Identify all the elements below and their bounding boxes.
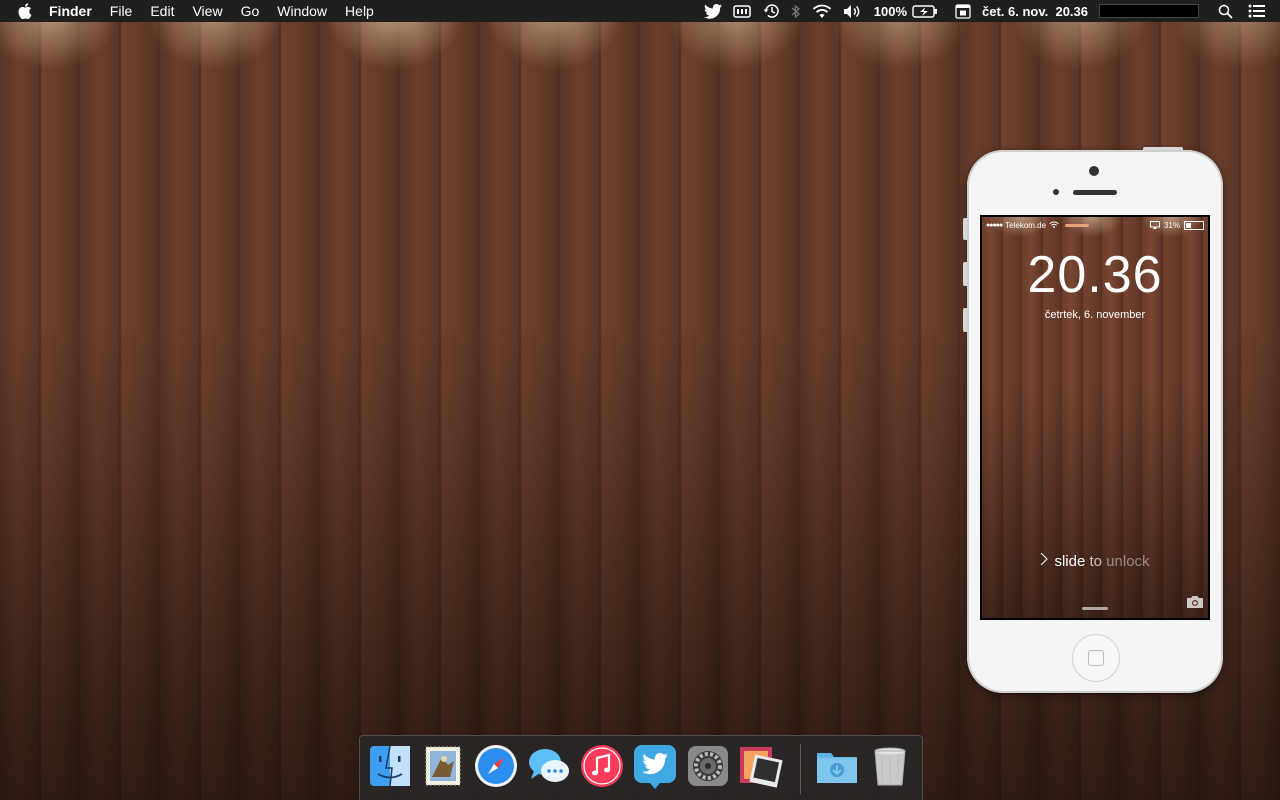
menu-bar: Finder File Edit View Go Window Help 100… <box>0 0 1280 22</box>
twitter-bird-icon <box>634 745 676 789</box>
lock-screen-time: 20.36 <box>1027 246 1163 304</box>
signal-dots-icon: ●●●●● <box>986 221 1003 229</box>
menu-app-name[interactable]: Finder <box>40 0 101 22</box>
twitter-icon[interactable] <box>703 0 722 22</box>
iphone-widget[interactable]: ●●●●● Telekom.de 31% 20.36 četrtek, 6. n… <box>963 147 1223 693</box>
dock-downloads[interactable] <box>814 743 860 789</box>
menu-go[interactable]: Go <box>232 0 269 22</box>
home-button[interactable] <box>1072 634 1120 682</box>
slide-text-suffix: unlock <box>1106 553 1150 570</box>
time-machine-icon[interactable] <box>762 0 780 22</box>
sleep-button <box>1143 147 1183 150</box>
menu-window[interactable]: Window <box>268 0 336 22</box>
menubar-clock[interactable]: čet. 6. nov. 20.36 <box>982 4 1088 19</box>
ios-battery-percent: 31% <box>1163 220 1180 230</box>
gear-icon <box>688 746 728 786</box>
apple-icon[interactable] <box>18 0 34 22</box>
downloads-folder-icon <box>817 753 857 783</box>
ios-wifi-icon <box>1049 221 1059 229</box>
calendar-icon[interactable] <box>955 0 971 22</box>
camera-icon[interactable] <box>1186 595 1204 614</box>
trash-icon <box>874 747 906 786</box>
airplay-icon <box>1149 221 1160 229</box>
memory-icon[interactable] <box>733 0 751 22</box>
dock-system-preferences[interactable] <box>685 743 731 789</box>
carrier-name: Telekom.de <box>1005 220 1047 230</box>
mail-stamp-icon <box>425 746 461 786</box>
bluetooth-icon[interactable] <box>791 0 801 22</box>
dock-messages[interactable] <box>526 743 572 789</box>
dock-trash[interactable] <box>867 743 913 789</box>
menu-view[interactable]: View <box>183 0 231 22</box>
menu-edit[interactable]: Edit <box>141 0 183 22</box>
volume-down-button <box>963 308 967 332</box>
dock-itunes[interactable] <box>579 743 625 789</box>
mute-switch <box>963 218 967 240</box>
menu-help[interactable]: Help <box>336 0 383 22</box>
chevron-right-icon <box>1040 552 1049 570</box>
front-camera <box>1089 166 1099 176</box>
volume-up-button <box>963 262 967 286</box>
redacted-username[interactable] <box>1099 4 1199 18</box>
itunes-note-icon <box>581 745 623 787</box>
safari-compass-icon <box>475 745 517 787</box>
earpiece-speaker <box>1073 190 1117 195</box>
dock-photo-booth[interactable] <box>738 743 784 789</box>
slide-text-prefix: slide <box>1054 553 1090 570</box>
lock-screen[interactable]: ●●●●● Telekom.de 31% 20.36 četrtek, 6. n… <box>980 215 1210 620</box>
notification-center-icon[interactable] <box>1248 0 1266 22</box>
slide-to-unlock[interactable]: slide to unlock <box>980 552 1210 570</box>
control-center-grabber[interactable] <box>1082 607 1108 610</box>
finder-icon <box>370 745 410 787</box>
menu-file[interactable]: File <box>101 0 142 22</box>
slide-text-mid: to <box>1089 553 1107 570</box>
dock-twitter[interactable] <box>632 743 678 789</box>
spotlight-icon[interactable] <box>1218 0 1233 22</box>
battery-percent[interactable]: 100% <box>874 4 907 19</box>
battery-icon[interactable] <box>912 0 938 22</box>
dock-finder[interactable] <box>367 743 413 789</box>
proximity-sensor <box>1053 189 1059 195</box>
dock-separator <box>800 744 801 794</box>
messages-bubble-icon <box>529 749 569 782</box>
volume-icon[interactable] <box>843 0 863 22</box>
dock-safari[interactable] <box>473 743 519 789</box>
ios-status-bar: ●●●●● Telekom.de 31% <box>986 219 1204 231</box>
wifi-icon[interactable] <box>812 0 832 22</box>
photo-booth-icon <box>740 747 783 788</box>
ios-charging-indicator <box>1065 223 1090 227</box>
dock-mail[interactable] <box>420 743 466 789</box>
ios-battery-icon <box>1184 220 1204 230</box>
lock-screen-date: četrtek, 6. november <box>1044 309 1146 321</box>
dock <box>359 735 923 800</box>
